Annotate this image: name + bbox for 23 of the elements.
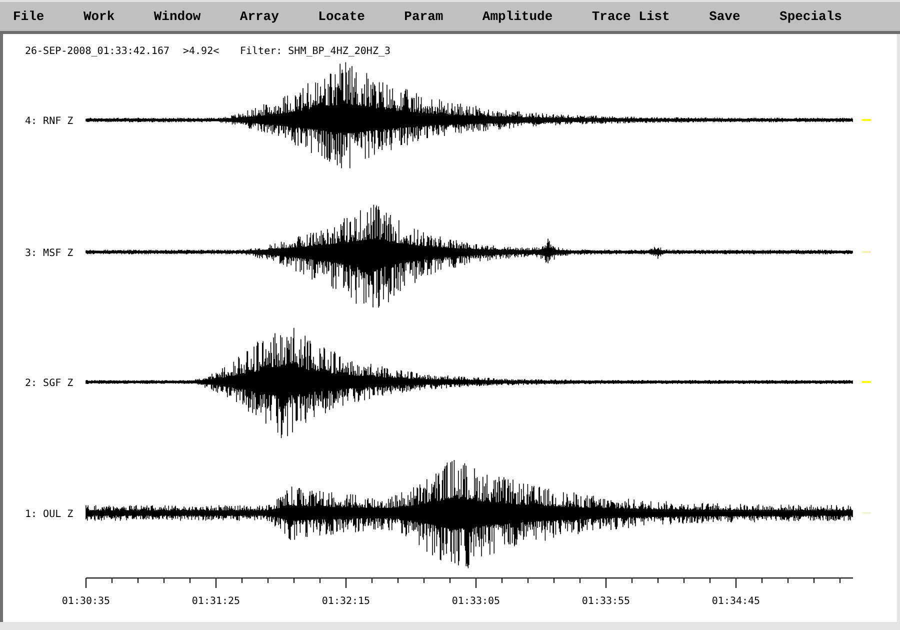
trace-label: 4: RNF Z	[25, 116, 74, 127]
trace-label: 1: OUL Z	[25, 509, 74, 520]
time-label: 01:34:45	[712, 596, 760, 607]
menu-item[interactable]: Amplitude	[482, 9, 553, 24]
menu-item[interactable]: File	[13, 9, 44, 24]
trace-label: 3: MSF Z	[25, 248, 74, 259]
time-label: 01:33:05	[452, 596, 500, 607]
menu-item[interactable]: Param	[404, 9, 444, 24]
time-label: 01:31:25	[192, 596, 240, 607]
menu-item[interactable]: Array	[240, 9, 279, 24]
menu-item[interactable]: Specials	[780, 9, 842, 24]
menu-item[interactable]: Locate	[318, 9, 365, 24]
trace-label: 2: SGF Z	[25, 378, 74, 389]
time-label: 01:33:55	[582, 596, 630, 607]
menu-item[interactable]: Save	[709, 9, 740, 24]
menu-item[interactable]: Window	[154, 9, 201, 24]
time-label: 01:30:35	[62, 596, 110, 607]
time-label: 01:32:15	[322, 596, 370, 607]
timestamp: 26-SEP-2008_01:33:42.167	[25, 46, 170, 57]
menu-item[interactable]: Work	[83, 9, 115, 24]
amplitude-readout: >4.92<	[183, 46, 220, 57]
menu-item[interactable]: Trace List	[592, 9, 670, 24]
filter-label: Filter: SHM_BP_4HZ_20HZ_3	[240, 46, 391, 57]
